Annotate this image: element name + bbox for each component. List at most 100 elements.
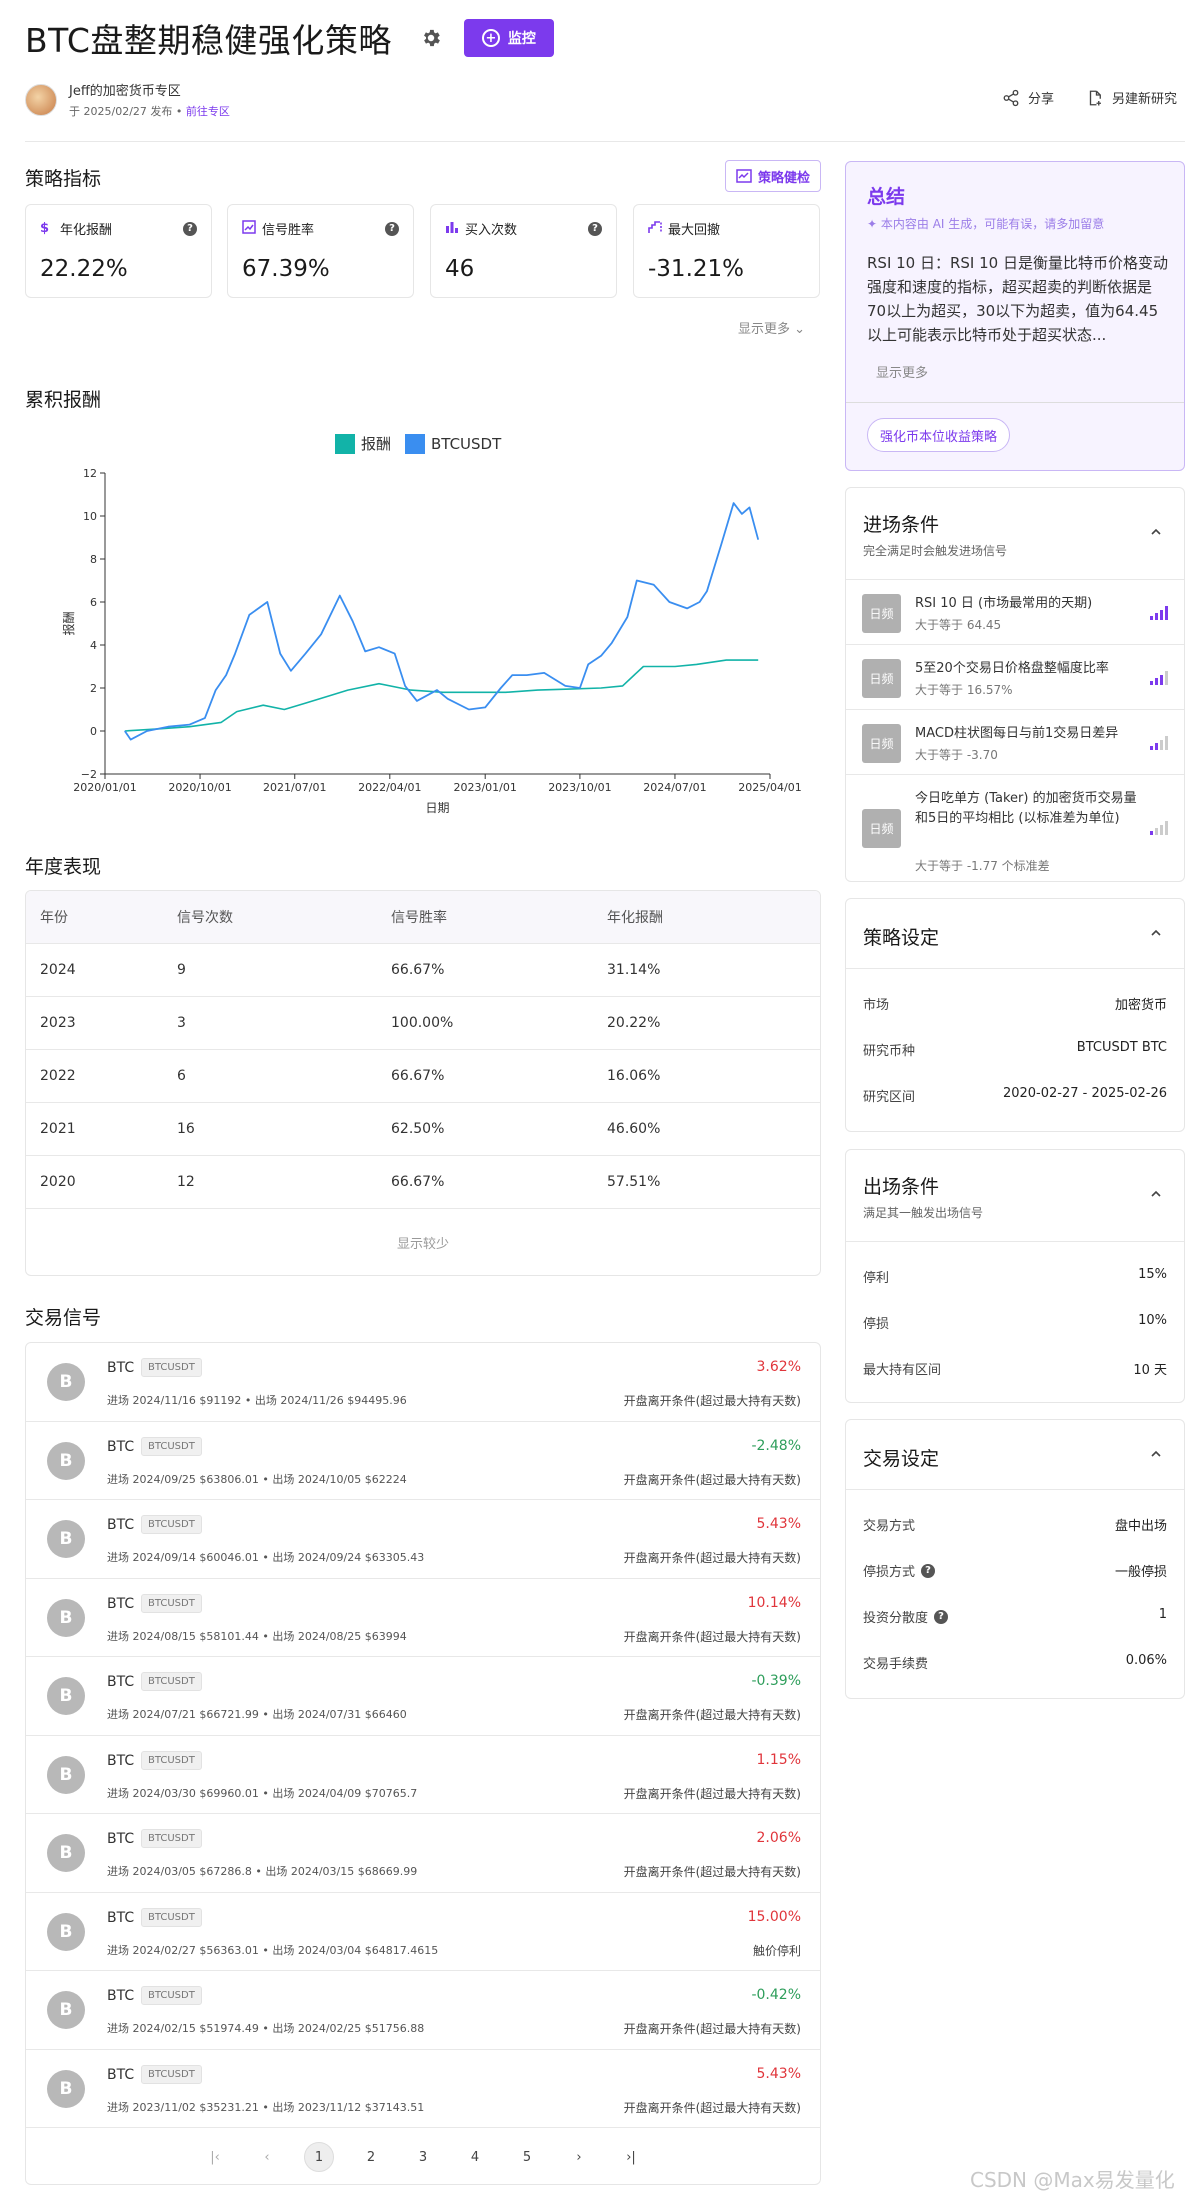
monitor-button[interactable]: + 监控 <box>463 19 554 57</box>
cell-year: 2022 <box>40 1068 76 1084</box>
x-tick-label: 2025/04/01 <box>738 781 801 794</box>
trade-settings-panel: 交易设定 交易方式 盘中出场 停损方式? 一般停损 投资分散度? 1 交易手续费… <box>845 1419 1185 1699</box>
monitor-label: 监控 <box>507 31 536 47</box>
strategy-settings-panel: 策略设定 市场 加密货币 研究币种 BTCUSDT BTC 研究区间 2020-… <box>845 898 1185 1132</box>
help-icon[interactable]: ? <box>934 1609 949 1624</box>
cell-year: 2021 <box>40 1121 76 1137</box>
panel-header[interactable]: 进场条件 完全满足时会触发进场信号 <box>846 488 1184 580</box>
prev-page-icon[interactable]: ‹ <box>252 2142 282 2172</box>
setting-key: 研究区间 <box>863 1090 916 1105</box>
setting-row: 研究币种 BTCUSDT BTC <box>846 1025 1184 1071</box>
cell-win-rate: 62.50% <box>391 1121 445 1137</box>
page-3[interactable]: 3 <box>408 2142 438 2172</box>
gear-icon[interactable] <box>418 25 444 51</box>
y-tick-label: 4 <box>90 639 97 652</box>
page-header: BTC盘整期稳健强化策略 + 监控 Jeff的加密货币专区 于 2025/02/… <box>25 14 1185 142</box>
coin-name: BTC <box>107 1988 135 2004</box>
panel-header[interactable]: 出场条件 满足其一触发出场信号 <box>846 1150 1184 1242</box>
trade-setting-key: 交易方式 <box>863 1519 916 1534</box>
chart-svg: 12 10 8 6 4 2 0 −22020/01/01 2020/10/01 2021/07/0… <box>61 434 802 815</box>
enhance-strategy-button[interactable]: 强化币本位收益策略 <box>867 418 1011 452</box>
share-button[interactable]: 分享 <box>1002 88 1054 107</box>
page-1[interactable]: 1 <box>304 2142 334 2172</box>
show-less-button[interactable]: 显示较少 <box>26 1209 820 1275</box>
new-document-icon <box>1089 90 1101 105</box>
signal-item[interactable]: B BTC BTCUSDT 进场 2024/03/05 $67286.8 • 出… <box>26 1814 820 1893</box>
signals-list: B BTC BTCUSDT 进场 2024/11/16 $91192 • 出场 … <box>25 1342 821 2185</box>
summary-show-more-button[interactable]: 显示更多 <box>876 362 928 381</box>
chevron-up-icon[interactable] <box>1150 526 1162 538</box>
plus-icon: + <box>481 29 500 47</box>
signal-return: -0.42% <box>751 1987 801 2003</box>
legend-swatch <box>335 434 355 454</box>
first-page-icon[interactable]: |‹ <box>200 2142 230 2172</box>
help-icon[interactable]: ? <box>183 221 197 236</box>
signal-item[interactable]: B BTC BTCUSDT 进场 2024/11/16 $91192 • 出场 … <box>26 1343 820 1422</box>
pair-tag: BTCUSDT <box>141 1593 202 1613</box>
divider <box>846 402 1184 403</box>
setting-row: 市场 加密货币 <box>846 979 1184 1025</box>
author-name[interactable]: Jeff的加密货币专区 <box>69 80 230 99</box>
cell-annual-return: 16.06% <box>607 1068 661 1084</box>
signal-item[interactable]: B BTC BTCUSDT 进场 2024/03/30 $69960.01 • … <box>26 1736 820 1814</box>
chevron-up-icon[interactable] <box>1150 1448 1162 1460</box>
signal-item[interactable]: B BTC BTCUSDT 进场 2024/09/25 $63806.01 • … <box>26 1422 820 1500</box>
y-axis-label: 报酬 <box>61 611 76 635</box>
coin-name: BTC <box>107 1360 135 1376</box>
setting-row: 研究区间 2020-02-27 - 2025-02-26 <box>846 1071 1184 1117</box>
summary-panel: 总结 ✦ 本内容由 AI 生成，可能有误，请多加留意 RSI 10 日：RSI … <box>845 161 1185 471</box>
signal-return: -2.48% <box>751 1437 801 1454</box>
exit-reason: 开盘离开条件(超过最大持有天数) <box>623 1708 801 1722</box>
page-4[interactable]: 4 <box>460 2142 490 2172</box>
cell-annual-return: 31.14% <box>607 962 661 978</box>
exit-row: 最大持有区间 10 天 <box>846 1344 1184 1390</box>
page-5[interactable]: 5 <box>512 2142 542 2172</box>
y-tick-label: 2 <box>90 682 97 695</box>
signal-item[interactable]: B BTC BTCUSDT 进场 2023/11/02 $35231.21 • … <box>26 2050 820 2128</box>
signal-strength-icon <box>1150 821 1168 835</box>
chevron-down-icon: ⌄ <box>794 322 806 337</box>
save-as-button[interactable]: 另建新研究 <box>1086 88 1177 107</box>
exit-value: 10% <box>1138 1313 1167 1328</box>
panel-header[interactable]: 交易设定 <box>846 1420 1184 1490</box>
chevron-up-icon[interactable] <box>1150 927 1162 939</box>
coin-name: BTC <box>107 1674 135 1690</box>
avatar[interactable] <box>25 83 57 116</box>
exit-reason: 开盘离开条件(超过最大持有天数) <box>623 2022 801 2036</box>
y-tick-label: −2 <box>81 768 97 781</box>
show-more-metrics-button[interactable]: 显示更多 ⌄ <box>738 318 805 337</box>
trend-chart-icon <box>242 219 262 238</box>
last-page-icon[interactable]: ›| <box>616 2142 646 2172</box>
help-icon[interactable]: ? <box>385 221 399 236</box>
help-icon[interactable]: ? <box>588 221 602 236</box>
frequency-badge: 日频 <box>862 724 901 763</box>
pair-tag: BTCUSDT <box>141 1986 202 2005</box>
signal-item[interactable]: B BTC BTCUSDT 进场 2024/09/14 $60046.01 • … <box>26 1500 820 1579</box>
zone-link[interactable]: 前往专区 <box>186 105 230 118</box>
signal-return: 5.43% <box>756 2065 801 2082</box>
signal-item[interactable]: B BTC BTCUSDT 进场 2024/02/15 $51974.49 • … <box>26 1971 820 2050</box>
strategy-health-button[interactable]: 策略健检 <box>725 160 821 192</box>
yearly-section-title: 年度表现 <box>25 856 102 878</box>
help-icon[interactable]: ? <box>921 1563 936 1578</box>
series-line-btcusdt <box>124 502 760 741</box>
trade-setting-key: 交易手续费 <box>863 1657 929 1672</box>
signal-item[interactable]: B BTC BTCUSDT 进场 2024/07/21 $66721.99 • … <box>26 1657 820 1736</box>
metric-card-buy-count: 买入次数 ? 46 <box>430 204 617 298</box>
next-page-icon[interactable]: › <box>564 2142 594 2172</box>
metric-label: 年化报酬 <box>60 223 113 238</box>
page-2[interactable]: 2 <box>356 2142 386 2172</box>
panel-title: 进场条件 <box>863 514 940 536</box>
cell-win-rate: 66.67% <box>391 962 445 978</box>
cell-signals: 6 <box>177 1068 186 1084</box>
signal-item[interactable]: B BTC BTCUSDT 进场 2024/08/15 $58101.44 • … <box>26 1579 820 1657</box>
signal-return: 5.43% <box>756 1516 801 1532</box>
chevron-up-icon[interactable] <box>1150 1188 1162 1200</box>
entry-condition-item: 日频 MACD柱状图每日与前1交易日差异 大于等于 -3.70 <box>846 710 1184 775</box>
signal-item[interactable]: B BTC BTCUSDT 进场 2024/02/27 $56363.01 • … <box>26 1893 820 1971</box>
panel-header[interactable]: 策略设定 <box>846 899 1184 969</box>
legend-swatch <box>405 434 425 454</box>
cell-annual-return: 57.51% <box>607 1174 661 1190</box>
coin-avatar: B <box>47 1363 85 1401</box>
exit-reason: 开盘离开条件(超过最大持有天数) <box>623 1865 801 1879</box>
